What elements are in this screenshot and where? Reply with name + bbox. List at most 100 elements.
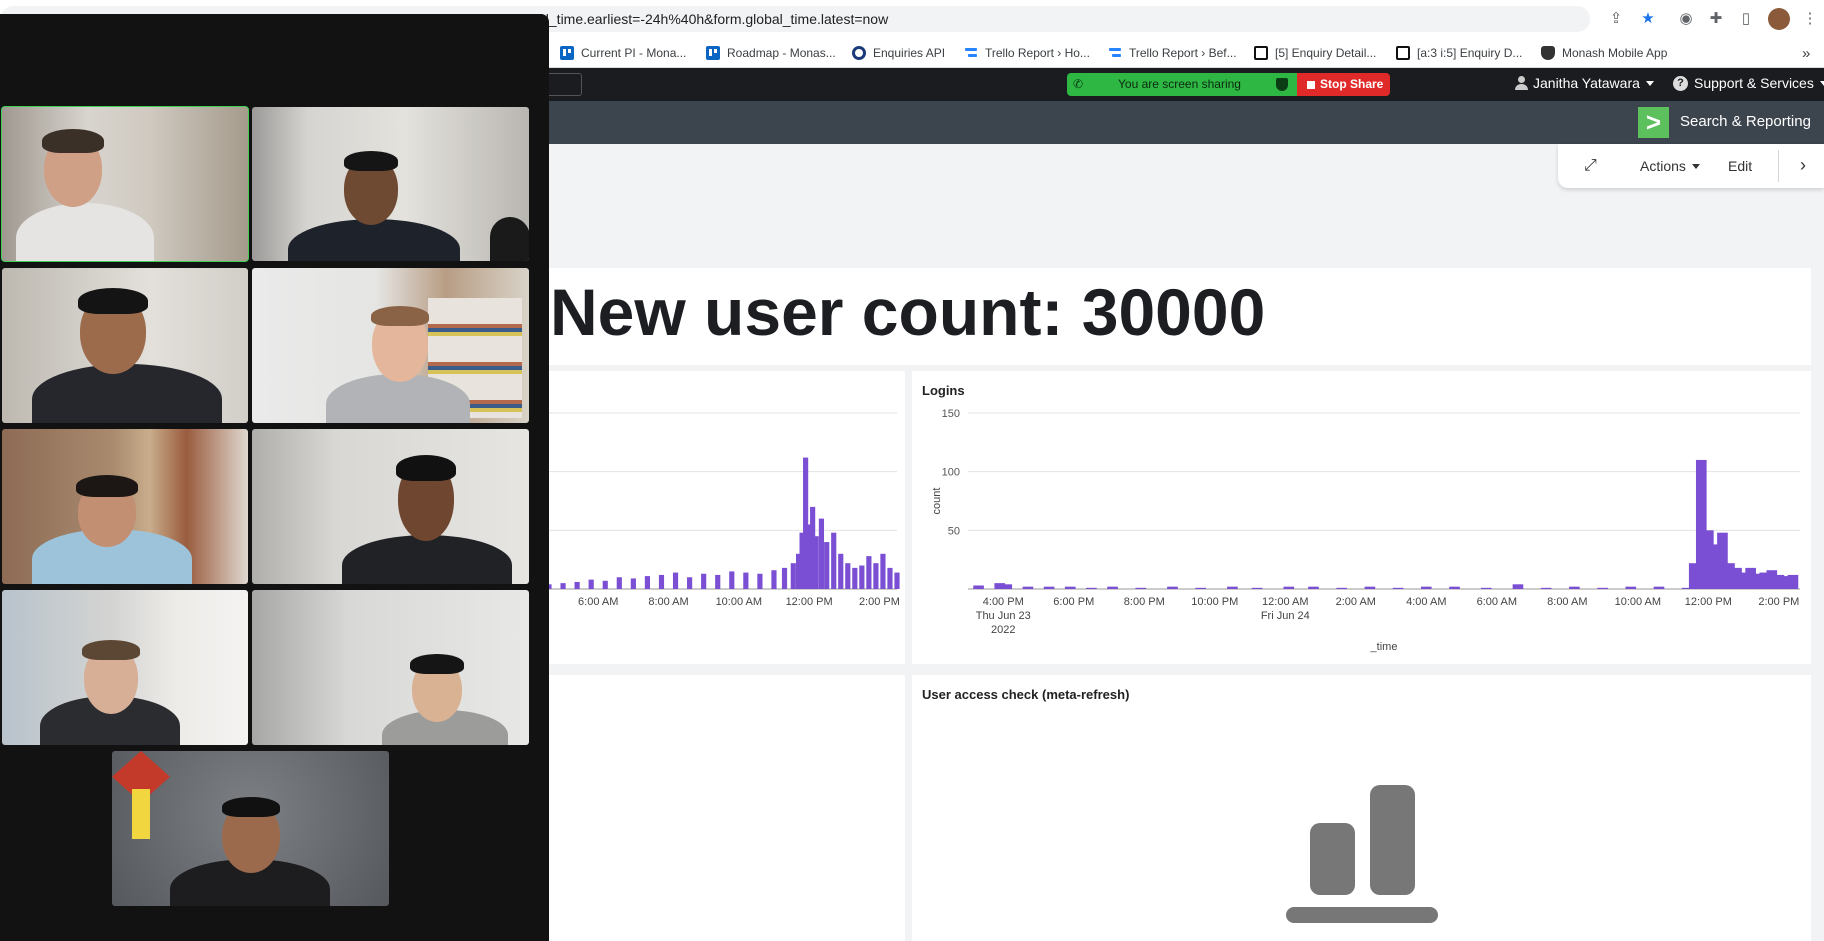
app-logo-icon[interactable]: > <box>1638 107 1669 138</box>
shield-check-icon <box>1276 78 1288 91</box>
profile-avatar[interactable] <box>1768 8 1790 30</box>
histogram-bar[interactable] <box>852 567 858 589</box>
histogram-bar[interactable] <box>574 581 580 589</box>
histogram-bar[interactable] <box>831 532 837 589</box>
histogram-bar[interactable] <box>1195 587 1206 589</box>
bookmark-monash-mobile-app[interactable]: Monash Mobile App <box>1541 44 1667 62</box>
histogram-bar[interactable] <box>1392 587 1404 589</box>
histogram-bar[interactable] <box>630 578 636 589</box>
video-tile[interactable] <box>252 268 529 423</box>
histogram-bar[interactable] <box>701 573 707 589</box>
histogram-bar[interactable] <box>813 536 819 589</box>
histogram-bar[interactable] <box>781 567 788 589</box>
video-tile[interactable] <box>2 429 248 584</box>
chevron-right-icon[interactable]: › <box>1800 155 1806 176</box>
histogram-bar[interactable] <box>1512 584 1524 589</box>
user-menu[interactable]: Janitha Yatawara <box>1515 75 1654 91</box>
fullscreen-icon[interactable]: ⤢ <box>1584 157 1602 175</box>
bookmark-enquiries-api[interactable]: Enquiries API <box>852 44 945 62</box>
video-tile[interactable] <box>252 107 529 261</box>
histogram-bar[interactable] <box>1022 586 1034 589</box>
histogram-bar[interactable] <box>644 576 651 589</box>
histogram-bar[interactable] <box>1540 587 1552 589</box>
histogram-bar[interactable] <box>757 573 763 589</box>
histogram-bar[interactable] <box>1251 587 1263 589</box>
kebab-menu-icon[interactable]: ⋮ <box>1800 9 1820 29</box>
bookmark-enquiry-detail[interactable]: [5] Enquiry Detail... <box>1254 44 1376 62</box>
histogram-bar[interactable] <box>1086 587 1097 589</box>
camera-icon[interactable]: ◉ <box>1676 9 1696 29</box>
video-tile[interactable] <box>112 751 389 906</box>
x-tick-label: Fri Jun 24 <box>1261 610 1310 622</box>
histogram-bar[interactable] <box>602 580 608 589</box>
histogram-bar[interactable] <box>729 571 735 589</box>
histogram-bar[interactable] <box>894 572 900 589</box>
histogram-bar[interactable] <box>880 553 886 589</box>
histogram-chart-left[interactable]: 6:00 AM 8:00 AM 10:00 AM 12:00 PM 2:00 PM <box>545 371 905 664</box>
histogram-bar[interactable] <box>743 572 749 589</box>
histogram-bar[interactable] <box>1597 587 1608 589</box>
bookmark-enquiry-d[interactable]: [a:3 i:5] Enquiry D... <box>1396 44 1522 62</box>
video-tile[interactable] <box>252 429 529 584</box>
histogram-bar[interactable] <box>1001 584 1013 589</box>
histogram-bar[interactable] <box>845 563 851 589</box>
histogram-bar[interactable] <box>1364 586 1376 589</box>
bookmark-current-pi[interactable]: Current PI - Mona... <box>560 44 686 62</box>
histogram-bar[interactable] <box>838 553 844 589</box>
support-menu[interactable]: ? Support & Services <box>1673 75 1824 91</box>
histogram-bar[interactable] <box>790 563 796 589</box>
histogram-bar[interactable] <box>1283 586 1295 589</box>
x-tick-label: 2:00 AM <box>1336 596 1376 608</box>
histogram-bar[interactable] <box>1167 586 1178 589</box>
app-name[interactable]: Search & Reporting <box>1680 113 1811 130</box>
histogram-bar[interactable] <box>1107 586 1118 589</box>
histogram-bar[interactable] <box>1308 586 1319 589</box>
bookmark-trello-report-ho[interactable]: Trello Report › Ho... <box>964 44 1090 62</box>
bookmark-trello-report-bef[interactable]: Trello Report › Bef... <box>1108 44 1237 62</box>
histogram-bar[interactable] <box>1043 586 1055 589</box>
histogram-bar[interactable] <box>616 577 622 589</box>
histogram-bar[interactable] <box>866 556 872 589</box>
histogram-bar[interactable] <box>1787 574 1799 589</box>
histogram-bar[interactable] <box>1420 586 1432 589</box>
histogram-bar[interactable] <box>1135 587 1147 589</box>
histogram-bar[interactable] <box>824 542 830 589</box>
histogram-bar[interactable] <box>859 565 865 589</box>
stop-share-button[interactable]: Stop Share <box>1297 73 1390 96</box>
video-tile[interactable] <box>252 590 529 745</box>
histogram-bar[interactable] <box>1227 586 1238 589</box>
histogram-bar[interactable] <box>771 570 777 589</box>
bookmarks-overflow-button[interactable]: » <box>1802 44 1810 62</box>
histogram-bar[interactable] <box>672 572 679 589</box>
video-tile[interactable] <box>1 106 249 262</box>
bookmark-star-icon[interactable]: ★ <box>1638 9 1658 29</box>
histogram-bar[interactable] <box>1336 587 1348 589</box>
histogram-bar[interactable] <box>1569 586 1580 589</box>
histogram-bar[interactable] <box>973 585 984 589</box>
histogram-bar[interactable] <box>1449 586 1460 589</box>
histogram-bar[interactable] <box>818 518 825 589</box>
video-tile[interactable] <box>2 590 248 745</box>
histogram-bar[interactable] <box>887 567 893 589</box>
extensions-icon[interactable]: ✚ <box>1706 9 1726 29</box>
side-panel-icon[interactable]: ▯ <box>1736 9 1756 29</box>
histogram-bar[interactable] <box>1480 587 1492 589</box>
video-tile[interactable] <box>2 268 248 423</box>
actions-dropdown[interactable]: Actions <box>1640 158 1700 174</box>
histogram-bar[interactable] <box>715 574 721 589</box>
share-icon[interactable]: ⇪ <box>1606 9 1626 29</box>
edit-button[interactable]: Edit <box>1728 158 1752 174</box>
histogram-bar[interactable] <box>1064 586 1076 589</box>
histogram-bar[interactable] <box>560 583 566 589</box>
bookmark-roadmap[interactable]: Roadmap - Monas... <box>706 44 836 62</box>
screen-sharing-indicator[interactable]: ✆ You are screen sharing <box>1067 73 1297 96</box>
url-text[interactable]: al_time.earliest=-24h%40h&form.global_ti… <box>538 11 888 27</box>
histogram-bar[interactable] <box>588 579 594 589</box>
histogram-bar[interactable] <box>687 577 693 589</box>
histogram-bar[interactable] <box>658 574 665 589</box>
histogram-bar[interactable] <box>1625 586 1637 589</box>
empty-panel-left <box>545 675 905 941</box>
logins-chart[interactable]: 50 100 150 4:00 PM Thu Jun 23 2022 6:00 PM 8:00… <box>912 371 1811 664</box>
histogram-bar[interactable] <box>873 563 879 589</box>
histogram-bar[interactable] <box>1653 586 1665 589</box>
